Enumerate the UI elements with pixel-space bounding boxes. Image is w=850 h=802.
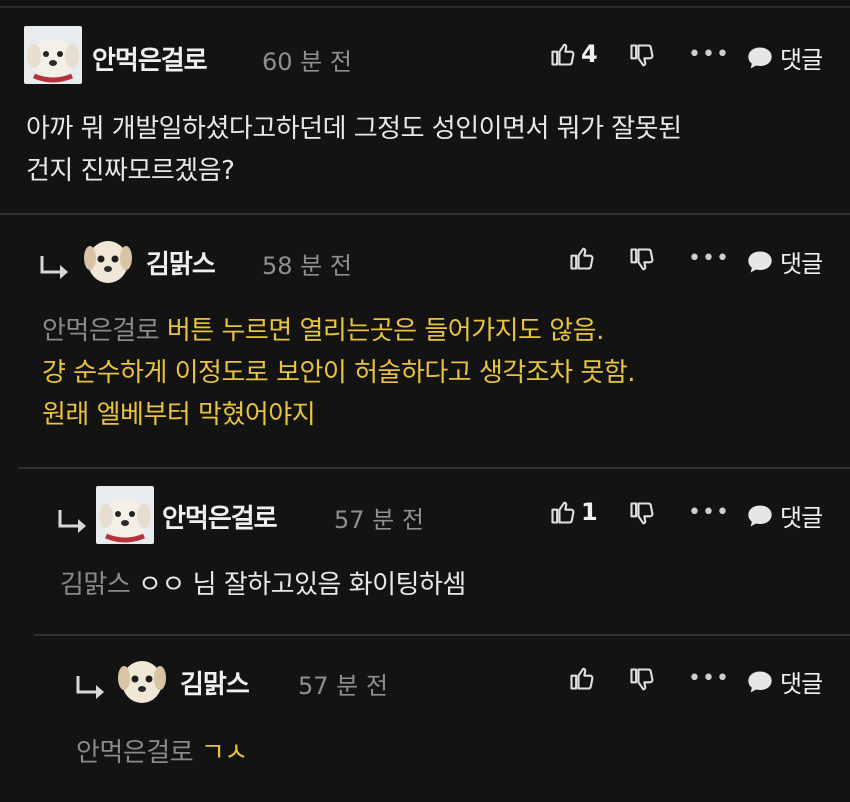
reply-arrow-icon [76,676,104,699]
thumbs-down-icon [630,248,654,271]
mention[interactable]: 안먹은걸로 [42,316,160,346]
avatar[interactable] [96,486,154,544]
author-name[interactable]: 김맑스 [146,244,216,281]
reply-button[interactable]: 댓글 [746,498,823,533]
speech-bubble-icon [748,251,772,272]
mention[interactable]: 김맑스 [60,570,131,600]
avatar[interactable] [82,234,134,286]
avatar[interactable] [116,654,168,706]
like-count: 1 [581,498,598,526]
timestamp: 57 분 전 [298,672,388,700]
thumbs-up-icon [551,501,575,524]
divider [18,467,850,469]
reply-label: 댓글 [780,46,823,74]
more-dots-icon[interactable]: ••• [688,666,730,691]
like-count: 4 [581,40,598,68]
timestamp: 57 분 전 [334,506,424,534]
comment-header: 안먹은걸로 60 분 전 4 ••• 댓글 [0,26,850,86]
comment-line: ㄱㅅ [200,738,248,768]
more-dots-icon[interactable]: ••• [688,42,730,67]
speech-bubble-icon [748,505,772,526]
comment-body: 김맑스 ㅇㅇ 님 잘하고있음 화이팅하셈 [60,564,466,606]
like-button[interactable] [568,664,600,692]
avatar[interactable] [24,26,82,84]
reply-label: 댓글 [780,250,823,278]
comment-line: ㅇㅇ 님 잘하고있음 화이팅하셈 [138,570,466,600]
author-name[interactable]: 안먹은걸로 [162,498,278,535]
comment: 안먹은걸로 60 분 전 4 ••• 댓글 아까 뭐 개발일하셨다고하던데 그정… [0,18,850,214]
comment-line: 버튼 누르면 열리는곳은 들어가지도 않음. [166,316,604,346]
thumbs-down-icon [630,502,654,525]
dislike-button[interactable] [628,666,656,694]
thumbs-down-icon [630,44,654,67]
thumbs-down-icon [630,668,654,691]
top-border [0,6,850,8]
mention[interactable]: 안먹은걸로 [76,738,194,768]
more-dots-icon[interactable]: ••• [688,500,730,525]
comment-line: 걍 순수하게 이정도로 보안이 허술하다고 생각조차 못함. [42,358,636,388]
comment-body: 아까 뭐 개발일하셨다고하던데 그정도 성인이면서 뭐가 잘못된 건지 진짜모르… [26,108,682,192]
comment-body: 안먹은걸로 버튼 누르면 열리는곳은 들어가지도 않음. 걍 순수하게 이정도로… [42,310,636,436]
reply-label: 댓글 [780,504,823,532]
divider [34,634,850,636]
dislike-button[interactable] [628,246,656,274]
timestamp: 60 분 전 [262,48,352,76]
thumbs-up-icon [570,247,594,270]
like-button[interactable]: 1 [549,498,598,526]
reply-label: 댓글 [780,670,823,698]
divider [0,213,850,215]
reply-arrow-icon [58,510,86,533]
dislike-button[interactable] [628,42,656,70]
reply-comment: 김맑스 57 분 전 ••• 댓글 안먹은걸로 ㄱㅅ [0,638,850,802]
reply-arrow-icon [40,256,68,279]
author-name[interactable]: 안먹은걸로 [92,40,208,77]
speech-bubble-icon [748,47,772,68]
reply-comment: 김맑스 58 분 전 ••• 댓글 안먹은걸로 버튼 누르면 열리는곳은 들어가… [0,218,850,468]
like-button[interactable]: 4 [549,40,598,68]
speech-bubble-icon [748,671,772,692]
timestamp: 58 분 전 [262,252,352,280]
more-dots-icon[interactable]: ••• [688,246,730,271]
comment-line: 건지 진짜모르겠음? [26,156,235,186]
comment-line: 원래 엘베부터 막혔어야지 [42,400,316,430]
thumbs-up-icon [570,667,594,690]
author-name[interactable]: 김맑스 [180,664,250,701]
comment-body: 안먹은걸로 ㄱㅅ [76,732,248,774]
like-button[interactable] [568,244,600,272]
thumbs-up-icon [551,43,575,66]
reply-button[interactable]: 댓글 [746,664,823,699]
dislike-button[interactable] [628,500,656,528]
reply-button[interactable]: 댓글 [746,40,823,75]
reply-button[interactable]: 댓글 [746,244,823,279]
comment-line: 아까 뭐 개발일하셨다고하던데 그정도 성인이면서 뭐가 잘못된 [26,114,682,144]
reply-comment: 안먹은걸로 57 분 전 1 ••• 댓글 김맑스 ㅇㅇ 님 잘하고있음 화이팅… [0,472,850,634]
